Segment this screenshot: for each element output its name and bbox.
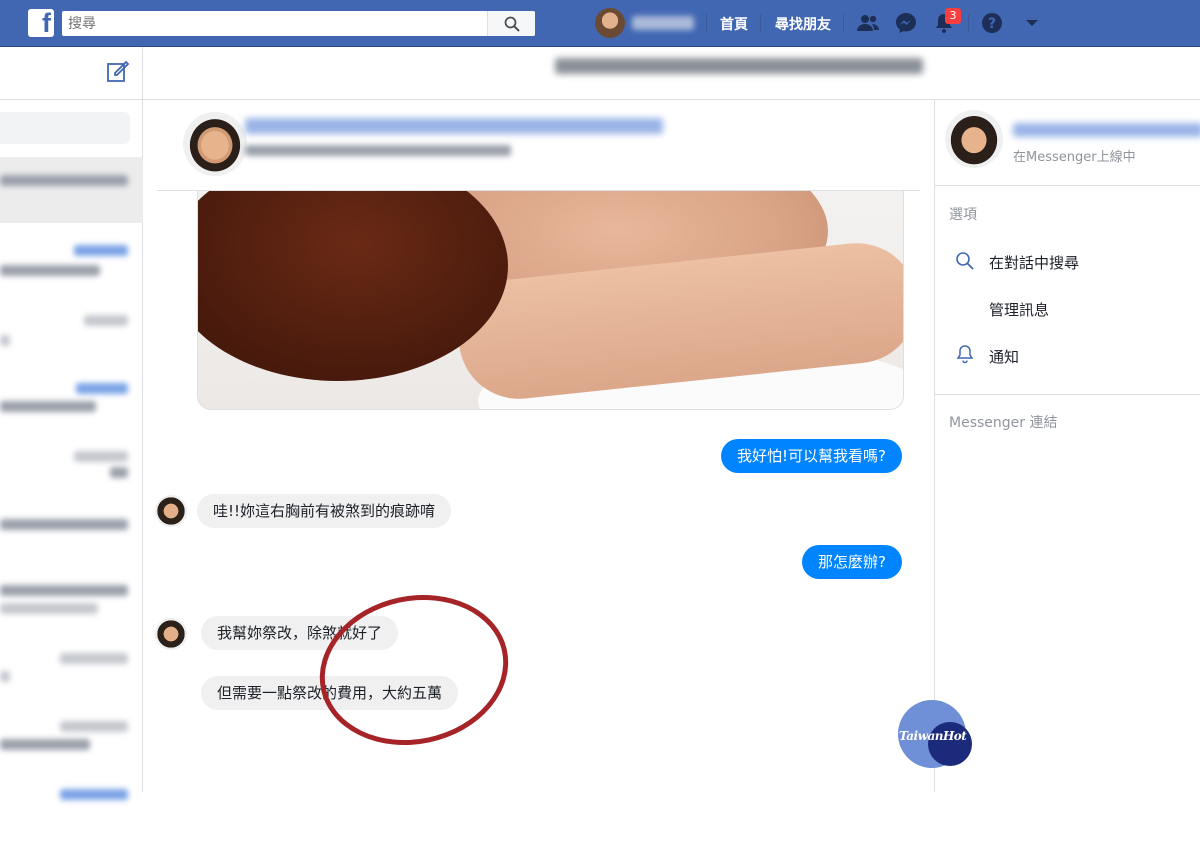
manage-messages-option[interactable]: 管理訊息: [989, 299, 1049, 320]
nav-divider: [706, 14, 707, 32]
sender-avatar[interactable]: [155, 618, 187, 650]
conversation-item[interactable]: [0, 509, 143, 575]
nav-divider: [968, 14, 969, 32]
search-input[interactable]: [62, 11, 487, 36]
search-button[interactable]: [487, 11, 535, 36]
conversation-search-field[interactable]: [0, 112, 130, 144]
message-bubble-outgoing[interactable]: 我好怕!可以幫我看嗎?: [721, 439, 902, 473]
divider: [0, 99, 143, 100]
conversation-item[interactable]: [0, 307, 143, 373]
conversation-item[interactable]: [0, 575, 143, 641]
online-status-text: 在Messenger上線中: [1013, 150, 1136, 165]
contact-details-blurred: [245, 145, 511, 156]
messenger-icon[interactable]: [894, 11, 918, 35]
notification-bell-icon[interactable]: [955, 344, 975, 364]
nav-divider: [760, 14, 761, 32]
conversation-item[interactable]: [0, 377, 143, 443]
contact-name-blurred[interactable]: [245, 118, 663, 134]
profile-avatar[interactable]: [595, 8, 625, 38]
top-navigation-bar: f 首頁 尋找朋友 3 ?: [0, 0, 1200, 47]
divider: [935, 394, 1200, 395]
notification-count-badge: 3: [945, 8, 961, 24]
messenger-links-heading: Messenger 連結: [949, 415, 1058, 431]
chat-thread: 我好怕!可以幫我看嗎? 哇!!妳這右胸前有被煞到的痕跡唷 那怎麼辦? 我幫妳祭改…: [143, 100, 934, 792]
search-icon: [504, 16, 520, 32]
options-heading: 選項: [949, 207, 977, 223]
notifications-option[interactable]: 通知: [989, 346, 1019, 367]
search-in-conversation-option[interactable]: 在對話中搜尋: [989, 252, 1079, 273]
svg-text:?: ?: [988, 16, 996, 32]
nav-find-friends-link[interactable]: 尋找朋友: [775, 14, 831, 34]
profile-name-blurred[interactable]: [632, 16, 694, 30]
search-box: [62, 11, 535, 36]
conversation-item[interactable]: [0, 781, 143, 847]
divider: [935, 185, 1200, 186]
conversation-title-blurred: [555, 58, 923, 74]
compose-new-message-icon[interactable]: [106, 59, 130, 83]
facebook-logo-icon[interactable]: f: [28, 8, 54, 38]
nav-home-link[interactable]: 首頁: [720, 14, 748, 34]
nav-divider: [843, 14, 844, 32]
friend-requests-icon[interactable]: [856, 11, 880, 35]
sender-avatar[interactable]: [155, 495, 187, 527]
search-icon[interactable]: [955, 251, 975, 271]
conversation-item[interactable]: [0, 645, 143, 711]
message-bubble-outgoing[interactable]: 那怎麼辦?: [802, 545, 902, 579]
conversation-item[interactable]: [0, 443, 143, 509]
conversation-item[interactable]: [0, 237, 143, 303]
help-icon[interactable]: ?: [980, 11, 1004, 35]
shared-photo[interactable]: [197, 191, 904, 410]
conversation-list: [0, 47, 143, 800]
message-bubble-incoming[interactable]: 哇!!妳這右胸前有被煞到的痕跡唷: [197, 494, 452, 528]
contact-avatar[interactable]: [945, 110, 1003, 168]
contact-name-blurred[interactable]: [1013, 123, 1200, 137]
contact-avatar[interactable]: [183, 112, 247, 176]
conversation-item[interactable]: [0, 715, 143, 781]
contact-profile-card: [157, 100, 920, 191]
watermark-text: TaiwanHot: [899, 729, 967, 743]
conversation-item[interactable]: [0, 157, 143, 223]
account-menu-caret-icon[interactable]: [1020, 11, 1044, 35]
conversation-details-panel: 在Messenger上線中 選項 在對話中搜尋 管理訊息 通知 Messenge…: [934, 100, 1200, 792]
